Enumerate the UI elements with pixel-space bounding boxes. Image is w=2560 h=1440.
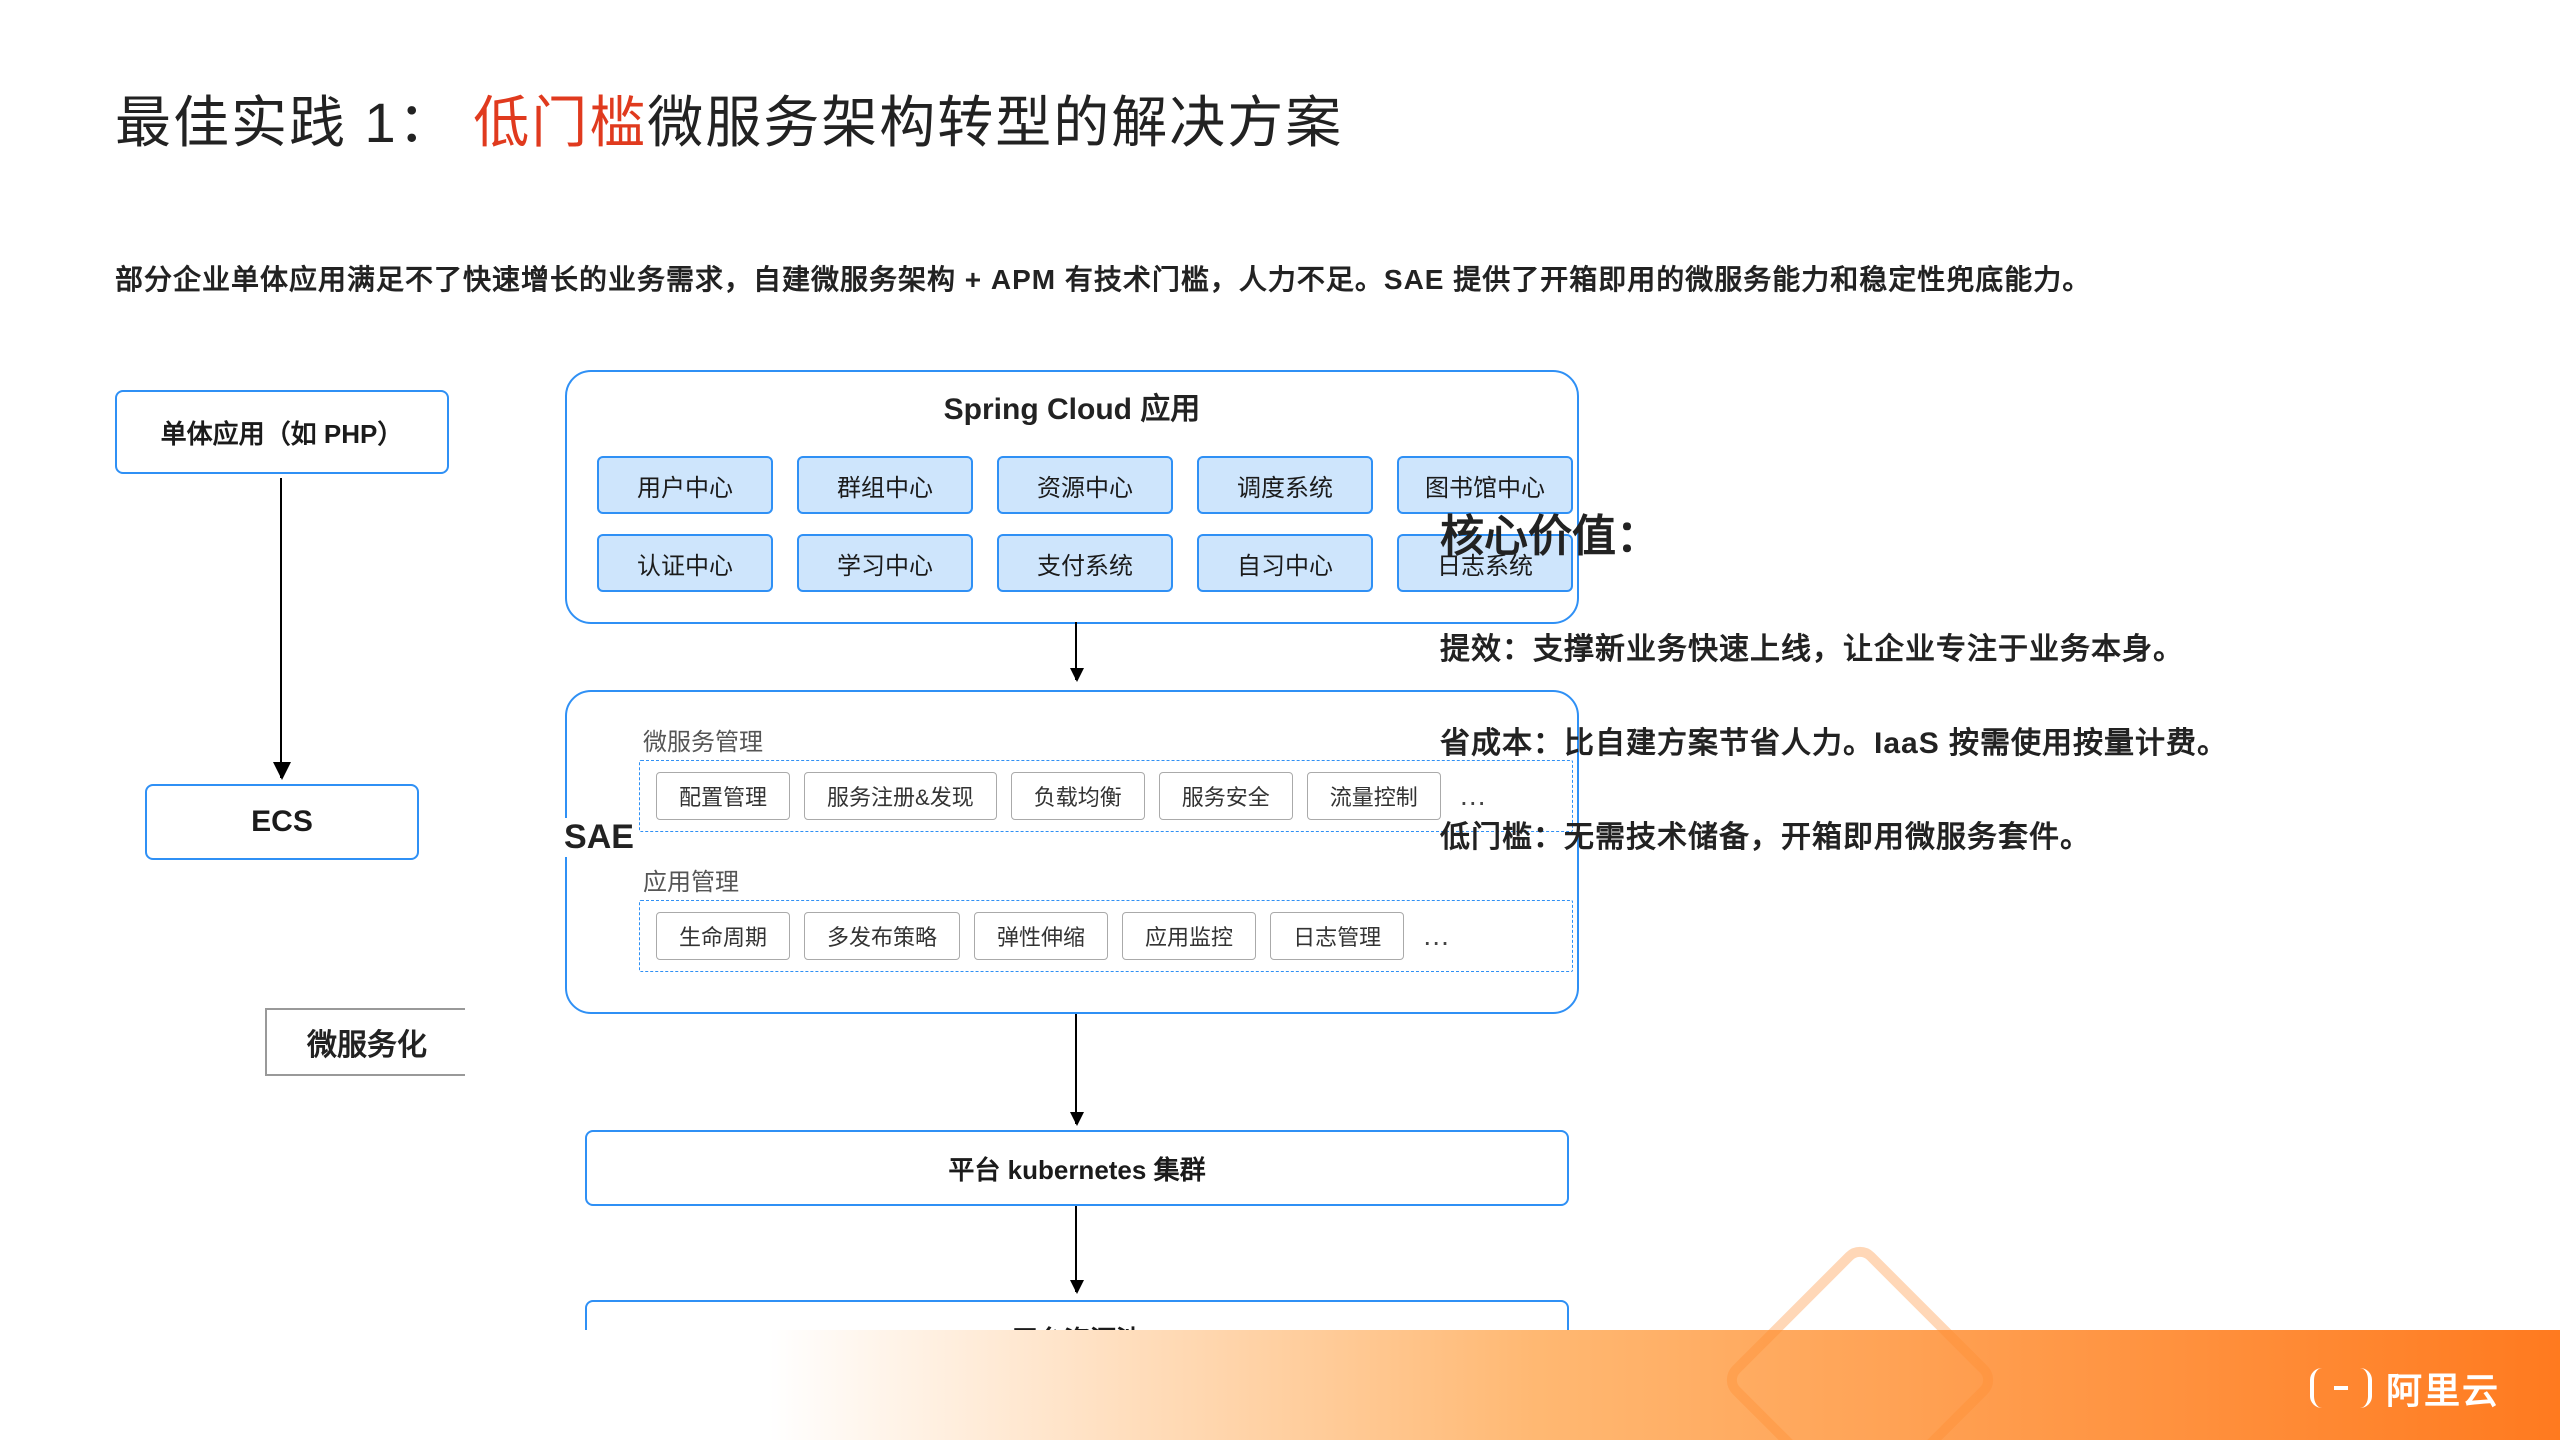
arrow-microservice-label: 微服务化 (265, 1008, 467, 1076)
core-bullet: 低门槛：无需技术储备，开箱即用微服务套件。 (1440, 812, 2420, 856)
core-bullet: 提效：支撑新业务快速上线，让企业专注于业务本身。 (1440, 624, 2420, 668)
chip-sae-ms-item: 配置管理 (656, 772, 790, 820)
title-prefix: 最佳实践 1： (115, 91, 473, 154)
chip-sae-app-item: 弹性伸缩 (974, 912, 1108, 960)
chip-spring-item: 资源中心 (997, 456, 1173, 514)
bullet-lead: 省成本： (1440, 727, 1564, 760)
box-k8s-label: 平台 kubernetes 集群 (948, 1150, 1205, 1187)
ellipsis-icon: … (1422, 920, 1450, 952)
core-value-heading: 核心价值： (1440, 500, 2420, 564)
title-suffix: 微服务架构转型的解决方案 (647, 91, 1343, 154)
chip-sae-ms-item: 服务注册&发现 (804, 772, 997, 820)
sae-section-app-label: 应用管理 (643, 862, 739, 897)
sae-section-microservice-label: 微服务管理 (643, 722, 763, 757)
slide: 最佳实践 1： 低门槛微服务架构转型的解决方案 部分企业单体应用满足不了快速增长… (0, 0, 2560, 1440)
chip-sae-app-item: 生命周期 (656, 912, 790, 960)
sae-microservice-row: 配置管理 服务注册&发现 负载均衡 服务安全 流量控制 … (639, 760, 1573, 832)
chip-spring-item: 调度系统 (1197, 456, 1373, 514)
slide-subtitle: 部分企业单体应用满足不了快速增长的业务需求，自建微服务架构 + APM 有技术门… (115, 258, 2445, 298)
arrow-microservice-transition: 微服务化 (265, 990, 545, 1090)
brand-logo: 阿里云 (2310, 1362, 2500, 1414)
bullet-body: 支撑新业务快速上线，让企业专注于业务本身。 (1533, 633, 2184, 666)
arrow-k8s-to-pool (1075, 1206, 1077, 1292)
bullet-lead: 提效： (1440, 633, 1533, 666)
chip-spring-item: 用户中心 (597, 456, 773, 514)
core-value-section: 核心价值： 提效：支撑新业务快速上线，让企业专注于业务本身。 省成本：比自建方案… (1440, 500, 2420, 906)
architecture-diagram: 单体应用（如 PHP） ECS 微服务化 Spring Cloud 应用 用户中… (115, 370, 1615, 1250)
arrow-sae-to-k8s (1075, 1014, 1077, 1124)
core-bullet: 省成本：比自建方案节省人力。IaaS 按需使用按量计费。 (1440, 718, 2420, 762)
brand-bracket-icon (2310, 1368, 2372, 1408)
box-ecs: ECS (145, 784, 419, 860)
box-monolith-label: 单体应用（如 PHP） (161, 414, 404, 451)
arrow-monolith-to-ecs (280, 478, 282, 778)
chip-spring-item: 群组中心 (797, 456, 973, 514)
chip-spring-item: 自习中心 (1197, 534, 1373, 592)
panel-spring-cloud: Spring Cloud 应用 用户中心 群组中心 资源中心 调度系统 图书馆中… (565, 370, 1579, 624)
panel-sae-label: SAE (559, 818, 639, 857)
chip-sae-app-item: 日志管理 (1270, 912, 1404, 960)
slide-title: 最佳实践 1： 低门槛微服务架构转型的解决方案 (115, 78, 1343, 159)
chip-sae-app-item: 应用监控 (1122, 912, 1256, 960)
bullet-lead: 低门槛： (1440, 821, 1564, 854)
panel-sae: SAE 微服务管理 配置管理 服务注册&发现 负载均衡 服务安全 流量控制 … … (565, 690, 1579, 1014)
panel-spring-title: Spring Cloud 应用 (567, 384, 1577, 428)
footer-band: 阿里云 (0, 1330, 2560, 1440)
arrow-head-icon (465, 990, 535, 1090)
arrow-spring-to-sae (1075, 622, 1077, 680)
bullet-body: 无需技术储备，开箱即用微服务套件。 (1564, 821, 2091, 854)
box-monolith-app: 单体应用（如 PHP） (115, 390, 449, 474)
bullet-body: 比自建方案节省人力。IaaS 按需使用按量计费。 (1564, 727, 2228, 760)
chip-sae-ms-item: 流量控制 (1307, 772, 1441, 820)
chip-spring-item: 学习中心 (797, 534, 973, 592)
chip-spring-item: 支付系统 (997, 534, 1173, 592)
brand-text: 阿里云 (2386, 1362, 2500, 1414)
box-k8s-cluster: 平台 kubernetes 集群 (585, 1130, 1569, 1206)
spring-items-grid: 用户中心 群组中心 资源中心 调度系统 图书馆中心 认证中心 学习中心 支付系统… (597, 456, 1573, 592)
footer-decoration-icon (1719, 1239, 2002, 1440)
title-highlight: 低门槛 (473, 91, 647, 154)
box-ecs-label: ECS (251, 805, 313, 839)
chip-sae-app-item: 多发布策略 (804, 912, 960, 960)
chip-sae-ms-item: 服务安全 (1159, 772, 1293, 820)
chip-sae-ms-item: 负载均衡 (1011, 772, 1145, 820)
chip-spring-item: 认证中心 (597, 534, 773, 592)
sae-app-row: 生命周期 多发布策略 弹性伸缩 应用监控 日志管理 … (639, 900, 1573, 972)
